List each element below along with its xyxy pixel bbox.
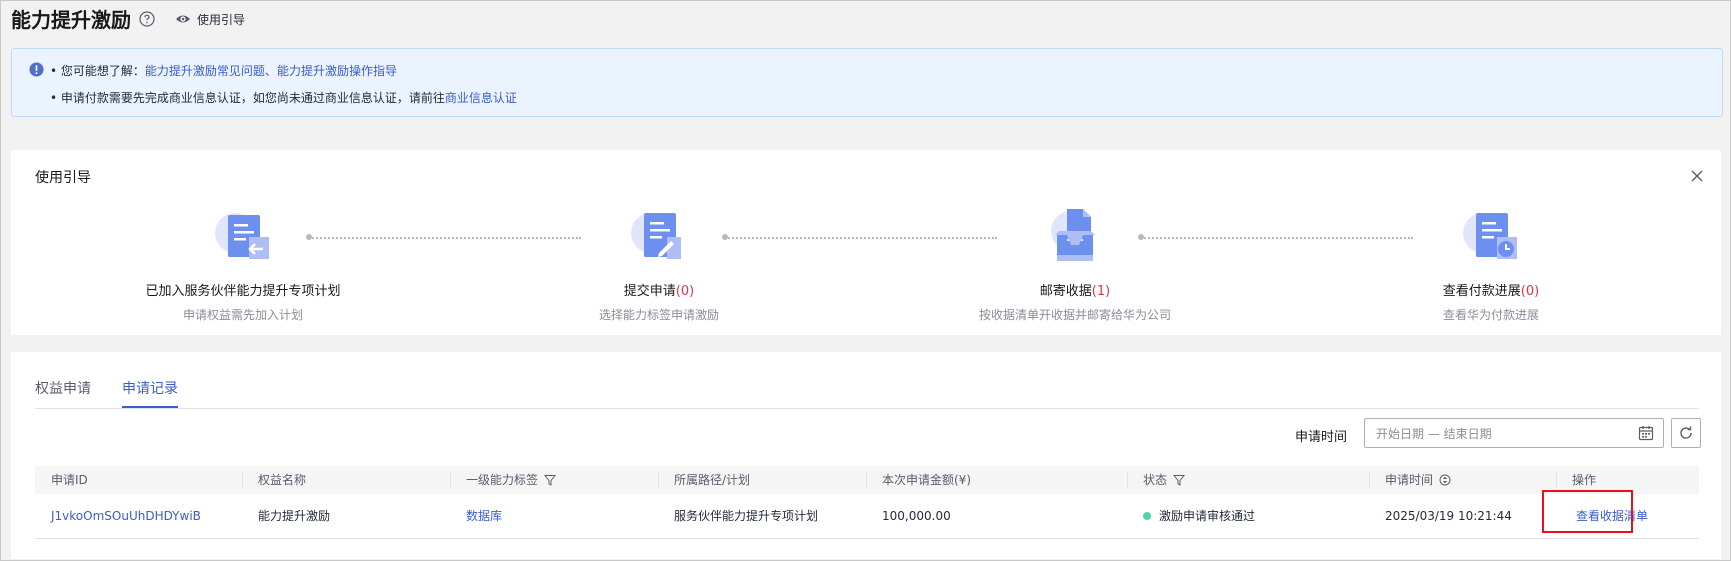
action-highlight-box xyxy=(1542,490,1633,533)
col-capability-tag: 一级能力标签 xyxy=(450,466,557,494)
tab-benefit-apply[interactable]: 权益申请 xyxy=(35,378,91,406)
filter-icon[interactable] xyxy=(544,474,557,486)
col-label: 申请时间 xyxy=(1385,473,1434,487)
sort-icon[interactable] xyxy=(1439,474,1451,486)
col-label: 申请ID xyxy=(51,473,88,487)
help-icon[interactable] xyxy=(139,11,155,27)
document-return-icon xyxy=(215,213,269,259)
step-count: (0) xyxy=(675,284,695,299)
refresh-icon xyxy=(1680,426,1692,439)
cell-apply-id: J1vkoOmSOuUhDHDYwiB xyxy=(51,494,201,538)
page-title: 能力提升激励 xyxy=(11,8,131,32)
step-count: (0) xyxy=(1520,284,1540,299)
records-card: 权益申请 申请记录 申请时间 开始日期 — 结束日期 申请ID 权益名称 一级能… xyxy=(11,352,1721,559)
tab-apply-records[interactable]: 申请记录 xyxy=(122,378,178,408)
banner-separator: 、 xyxy=(264,64,277,78)
info-banner: • 您可能想了解：能力提升激励常见问题、能力提升激励操作指导 • 申请付款需要先… xyxy=(11,48,1723,117)
step-title: 已加入服务伙伴能力提升专项计划 xyxy=(93,280,393,299)
guide-step-joined: 已加入服务伙伴能力提升专项计划 申请权益需先加入计划 xyxy=(93,205,393,323)
status-dot-icon xyxy=(1143,511,1151,520)
guide-step-mail: 邮寄收据(1) 按收据清单开收据并邮寄给华为公司 xyxy=(925,205,1225,323)
cell-apply-time: 2025/03/19 10:21:44 xyxy=(1385,509,1512,523)
records-table: 申请ID 权益名称 一级能力标签 所属路径/计划 本次申请金额(¥) 状态 申请… xyxy=(35,466,1699,539)
info-icon xyxy=(29,62,44,77)
guide-step-payment: 查看付款进展(0) 查看华为付款进展 xyxy=(1341,205,1641,323)
col-status: 状态 xyxy=(1127,466,1186,494)
step-title-text: 查看付款进展 xyxy=(1442,284,1521,299)
step-title: 提交申请(0) xyxy=(509,280,809,299)
col-amount: 本次申请金额(¥) xyxy=(866,466,971,494)
guide-step-submit: 提交申请(0) 选择能力标签申请激励 xyxy=(509,205,809,323)
step-title-text: 邮寄收据 xyxy=(1039,284,1092,299)
step-count: (1) xyxy=(1091,284,1111,299)
step-desc: 选择能力标签申请激励 xyxy=(598,308,719,322)
business-cert-link[interactable]: 商业信息认证 xyxy=(445,91,517,105)
cell-capability-tag: 数据库 xyxy=(466,494,502,538)
close-icon[interactable] xyxy=(1691,170,1703,182)
calendar-icon[interactable] xyxy=(1638,425,1654,441)
col-label: 一级能力标签 xyxy=(466,473,539,487)
step-desc: 按收据清单开收据并邮寄给华为公司 xyxy=(978,308,1171,322)
banner-line-faq: • 您可能想了解：能力提升激励常见问题、能力提升激励操作指导 xyxy=(50,62,397,79)
col-label: 所属路径/计划 xyxy=(674,473,751,487)
usage-guide-link[interactable]: 使用引导 xyxy=(175,10,245,28)
mail-tray-icon xyxy=(1051,209,1095,261)
banner-line-cert: • 申请付款需要先完成商业信息认证，如您尚未通过商业信息认证，请前往商业信息认证 xyxy=(50,89,517,106)
col-apply-id: 申请ID xyxy=(51,466,88,494)
apply-id-link[interactable]: J1vkoOmSOuUhDHDYwiB xyxy=(51,509,201,523)
date-range-placeholder: 开始日期 — 结束日期 xyxy=(1376,427,1492,441)
banner-line1-prefix: • 您可能想了解： xyxy=(50,64,145,78)
refresh-button[interactable] xyxy=(1671,418,1701,448)
faq-link[interactable]: 能力提升激励常见问题 xyxy=(145,64,265,78)
step-title: 邮寄收据(1) xyxy=(925,280,1225,299)
document-edit-icon xyxy=(631,213,681,259)
step-desc: 查看华为付款进展 xyxy=(1442,308,1539,322)
status-text: 激励申请审核通过 xyxy=(1159,509,1256,523)
cell-status: 激励申请审核通过 xyxy=(1143,494,1255,538)
col-apply-time: 申请时间 xyxy=(1369,466,1451,494)
guide-card-title: 使用引导 xyxy=(35,170,91,186)
document-clock-icon xyxy=(1463,213,1517,259)
operation-guide-link[interactable]: 能力提升激励操作指导 xyxy=(277,64,397,78)
step-title-text: 提交申请 xyxy=(623,284,676,299)
step-desc: 申请权益需先加入计划 xyxy=(182,308,303,322)
cell-plan: 服务伙伴能力提升专项计划 xyxy=(674,509,819,523)
cell-benefit-name: 能力提升激励 xyxy=(258,509,331,523)
col-benefit-name: 权益名称 xyxy=(242,466,307,494)
date-range-picker[interactable]: 开始日期 — 结束日期 xyxy=(1364,418,1664,448)
tab-bar: 权益申请 申请记录 xyxy=(35,378,1699,409)
usage-guide-card: 使用引导 已加入服务伙伴能力提升专项计划 申请权益需先加入计划 提交申请(0) … xyxy=(11,150,1721,335)
cell-amount: 100,000.00 xyxy=(882,509,951,523)
banner-line2-prefix: • 申请付款需要先完成商业信息认证，如您尚未通过商业信息认证，请前往 xyxy=(50,91,445,105)
step-title: 查看付款进展(0) xyxy=(1341,280,1641,299)
col-label: 状态 xyxy=(1143,473,1168,487)
col-plan: 所属路径/计划 xyxy=(658,466,751,494)
step-title-text: 已加入服务伙伴能力提升专项计划 xyxy=(145,284,341,299)
filter-icon[interactable] xyxy=(1173,474,1186,486)
table-header: 申请ID 权益名称 一级能力标签 所属路径/计划 本次申请金额(¥) 状态 申请… xyxy=(35,466,1699,494)
usage-guide-label: 使用引导 xyxy=(197,12,246,27)
table-row: J1vkoOmSOuUhDHDYwiB 能力提升激励 数据库 服务伙伴能力提升专… xyxy=(35,494,1699,539)
col-label: 本次申请金额(¥) xyxy=(882,473,971,487)
eye-icon xyxy=(176,15,190,23)
col-label: 权益名称 xyxy=(258,473,307,487)
capability-tag-link[interactable]: 数据库 xyxy=(466,509,502,523)
apply-time-label: 申请时间 xyxy=(1295,430,1348,445)
